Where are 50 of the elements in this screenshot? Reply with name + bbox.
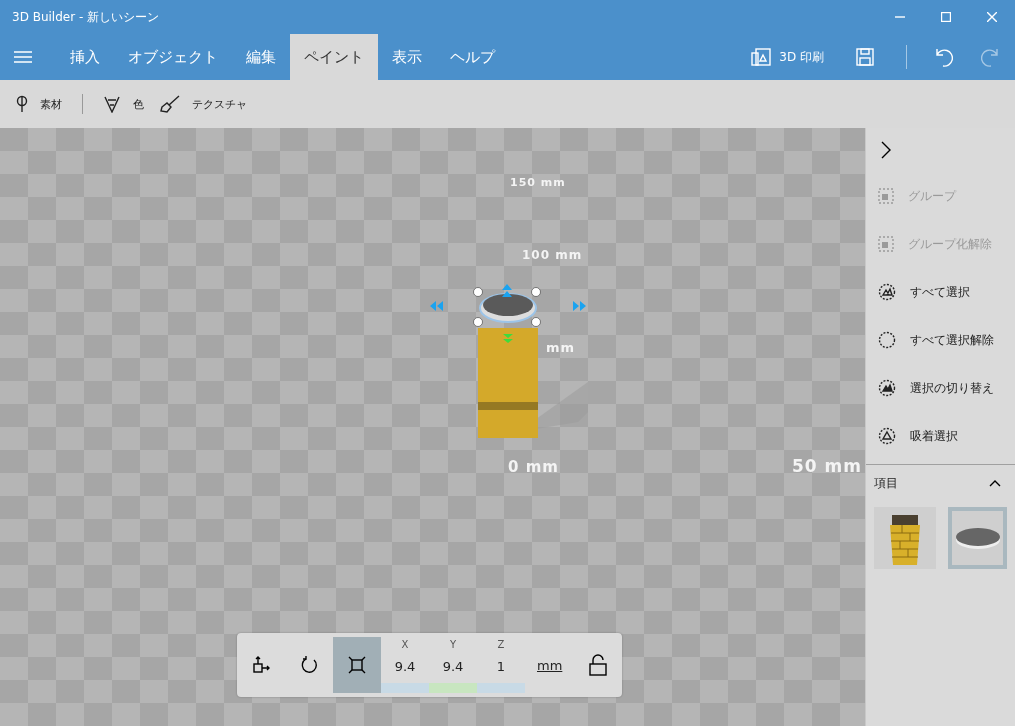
color-picker-icon [103, 95, 121, 113]
rotate-icon[interactable] [299, 655, 319, 675]
menu-icon [14, 50, 32, 64]
panel-action[interactable]: すべて選択解除 [866, 316, 1015, 364]
object-thumbnail[interactable] [874, 507, 936, 569]
pin-icon [16, 95, 28, 113]
3d-viewport[interactable]: 150 mm 100 mm mm 0 mm 50 mm X 9.4 Y 9.4 Z 1 mm [0, 128, 865, 726]
section-title: 項目 [874, 474, 898, 492]
scale-label: 100 mm [522, 248, 583, 262]
printer-icon [751, 47, 772, 67]
chevron-right-icon [880, 141, 892, 159]
toolbar-button[interactable]: テクスチャ [152, 95, 255, 113]
scale-label: mm [546, 340, 576, 355]
panel-action[interactable]: すべて選択 [866, 268, 1015, 316]
dashed-circle-icon [878, 331, 896, 349]
brush-icon [160, 95, 180, 113]
dimension-value[interactable]: 9.4 [394, 659, 416, 674]
shapes-circle-icon [878, 379, 896, 397]
undo-icon [933, 47, 953, 67]
panel-action[interactable]: 選択の切り替え [866, 364, 1015, 412]
save-icon [856, 48, 874, 66]
toolbar-button[interactable]: 素材 [8, 95, 70, 113]
maximize-icon [941, 12, 951, 22]
window-title: 3D Builder - 新しいシーン [11, 8, 160, 26]
scale-label: 150 mm [510, 176, 566, 189]
axis-label: Y [449, 639, 457, 650]
transform-tool-button[interactable] [333, 637, 381, 693]
object-thumbnail[interactable] [948, 507, 1007, 569]
toolbar-button[interactable]: 色 [95, 95, 152, 113]
disc-thumbnail-drawing [953, 526, 1002, 550]
dimension-value[interactable]: 9.4 [442, 659, 464, 674]
close-icon [987, 12, 997, 22]
arrow-drawing[interactable] [501, 284, 513, 298]
unit-button[interactable]: mm [525, 637, 575, 693]
shapes-circle-icon [878, 283, 896, 301]
ungroup-icon [878, 236, 894, 252]
triangle-circle-icon [878, 427, 896, 445]
dimension-value[interactable]: 1 [496, 659, 506, 674]
redo-icon [981, 47, 1001, 67]
panel-action[interactable]: 吸着選択 [866, 412, 1015, 460]
scale-icon[interactable] [347, 655, 367, 675]
chevron-up-icon [989, 479, 1001, 487]
move-icon[interactable] [251, 655, 271, 675]
menu-tab[interactable]: ペイント [290, 34, 378, 80]
scale-label: 0 mm [508, 458, 559, 476]
unlock-icon [589, 654, 608, 676]
axis-label: X [401, 639, 409, 650]
scale-label: 50 mm [792, 456, 862, 476]
group-icon [878, 188, 894, 204]
axis-label: Z [497, 639, 505, 650]
